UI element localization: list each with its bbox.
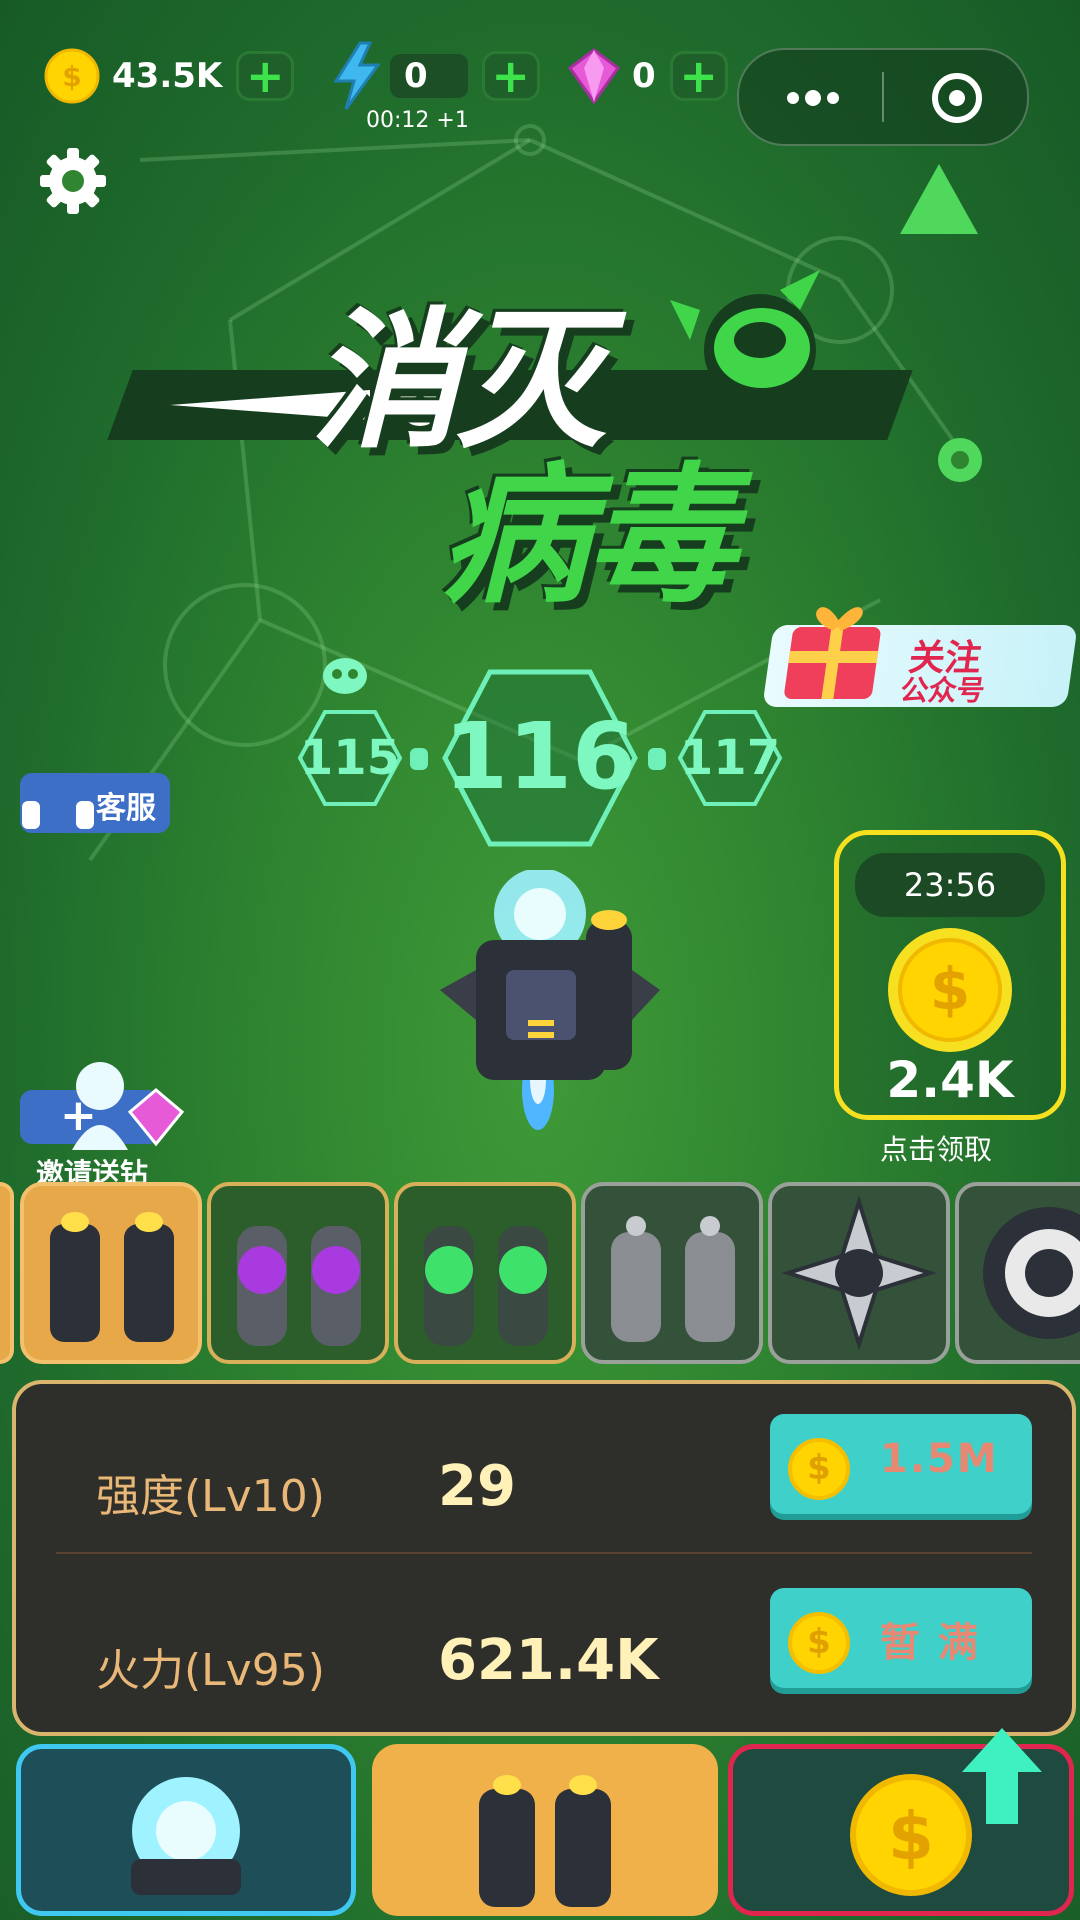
coin-counter: $ 43.5K + xyxy=(44,46,295,106)
close-miniprogram-icon[interactable] xyxy=(929,70,985,126)
cannon-icon xyxy=(50,1212,174,1342)
virus-decoration-icon xyxy=(938,438,982,482)
svg-text:$: $ xyxy=(888,1798,934,1875)
weapon-slot-partial[interactable] xyxy=(0,1182,14,1364)
energy-value: 0 xyxy=(404,56,428,96)
coin-icon: $ xyxy=(44,48,100,104)
purple-cannon-icon xyxy=(237,1226,361,1346)
coin-icon: $ xyxy=(788,1438,850,1500)
gem-value: 0 xyxy=(632,56,656,96)
upgrade-arrow-icon xyxy=(962,1728,1042,1824)
virus-logo-icon xyxy=(670,270,820,406)
tab-cannons[interactable] xyxy=(372,1744,718,1916)
claim-label[interactable]: 点击领取 xyxy=(880,1128,992,1168)
invite-icon[interactable]: + xyxy=(20,1060,190,1160)
level-prev: 115 xyxy=(300,730,400,786)
vortex-icon xyxy=(983,1207,1080,1339)
firepower-value: 621.4K xyxy=(438,1628,659,1693)
player-ship xyxy=(440,870,660,1130)
idle-reward-box[interactable]: 23:56 $ 2.4K xyxy=(834,830,1066,1120)
add-energy-button[interactable]: + xyxy=(481,49,540,103)
shuriken-icon xyxy=(781,1195,937,1351)
plus-icon: + xyxy=(491,49,530,103)
gem-counter: 0 + xyxy=(568,46,728,106)
strength-value: 29 xyxy=(438,1454,516,1519)
upgrade-strength-button[interactable]: $ 1.5M xyxy=(770,1414,1032,1514)
miniprogram-capsule xyxy=(737,48,1029,146)
lightning-icon xyxy=(333,41,381,110)
coil-cannon-icon xyxy=(611,1216,735,1342)
shield-orb-icon xyxy=(131,1777,241,1895)
coin-value: 43.5K xyxy=(112,56,223,96)
reward-amount: 2.4K xyxy=(886,1051,1014,1109)
firepower-label: 火力(Lv95) xyxy=(96,1645,325,1696)
gem-icon xyxy=(568,48,620,104)
game-logo: 消灭 病毒 xyxy=(107,240,913,624)
follow-label-2: 公众号 xyxy=(898,674,987,707)
customer-service-label: 客服 xyxy=(96,791,156,826)
svg-text:$: $ xyxy=(62,60,81,93)
upgrade-panel: 强度(Lv10) 29 $ 1.5M 火力(Lv95) 621.4K $ 暂 满 xyxy=(12,1380,1076,1736)
big-coin-icon: $ xyxy=(888,928,1012,1052)
add-coins-button[interactable]: + xyxy=(236,49,295,103)
weapon-slot-3[interactable] xyxy=(394,1182,576,1364)
weapon-slot-5[interactable] xyxy=(768,1182,950,1364)
coin-icon: $ xyxy=(788,1612,850,1674)
cannon-icon xyxy=(479,1775,611,1907)
weapon-slot-4[interactable] xyxy=(581,1182,763,1364)
firepower-cost: 暂 满 xyxy=(880,1620,980,1666)
plus-icon: + xyxy=(679,49,718,103)
weapon-slot-6[interactable] xyxy=(955,1182,1080,1364)
level-next: 117 xyxy=(680,730,780,786)
upgrade-firepower-button[interactable]: $ 暂 满 xyxy=(770,1588,1032,1688)
weapon-slot-1[interactable] xyxy=(20,1182,202,1364)
level-current: 116 xyxy=(444,703,636,810)
boss-virus-icon xyxy=(323,658,367,694)
tab-shield[interactable] xyxy=(16,1744,356,1916)
more-icon[interactable] xyxy=(783,78,843,118)
virus-decoration-icon xyxy=(900,164,978,234)
plus-icon: + xyxy=(245,49,285,103)
title-line-2: 病毒 xyxy=(440,450,736,624)
weapon-slot-2[interactable] xyxy=(207,1182,389,1364)
svg-text:$: $ xyxy=(930,955,970,1023)
energy-timer: 00:12 +1 xyxy=(366,108,469,133)
gear-icon[interactable] xyxy=(38,146,108,216)
energy-counter: 0 + xyxy=(330,41,540,110)
strength-label: 强度(Lv10) xyxy=(96,1471,325,1522)
reward-timer: 23:56 xyxy=(855,853,1045,917)
green-cannon-icon xyxy=(424,1226,548,1346)
add-gems-button[interactable]: + xyxy=(669,49,728,103)
customer-service-button[interactable]: 客服 xyxy=(20,773,170,833)
strength-cost: 1.5M xyxy=(880,1436,999,1482)
headset-icon xyxy=(22,778,94,829)
